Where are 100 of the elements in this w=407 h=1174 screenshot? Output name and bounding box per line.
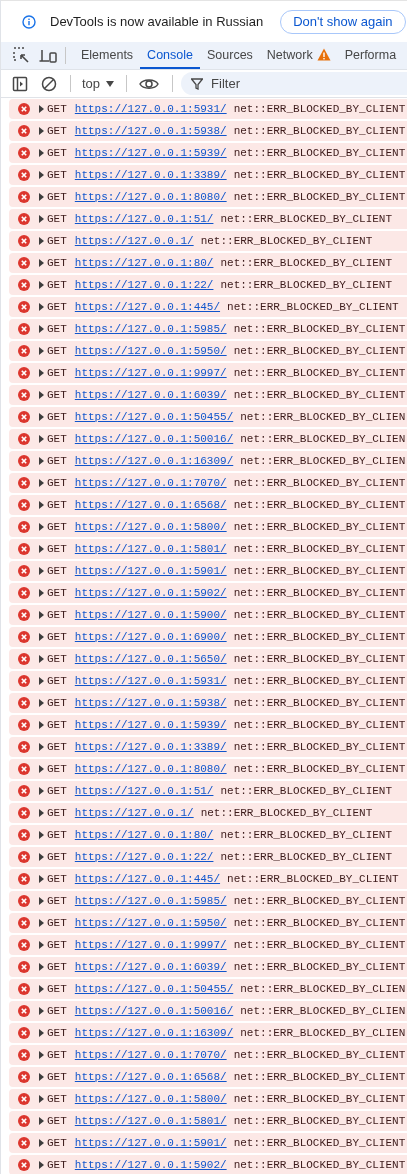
request-url-link[interactable]: https://127.0.0.1:9997/ — [74, 367, 227, 379]
request-url-link[interactable]: https://127.0.0.1:22/ — [74, 279, 214, 291]
panel-tab[interactable]: Console — [140, 42, 200, 69]
request-method: GET — [47, 939, 67, 951]
request-url-link[interactable]: https://127.0.0.1:445/ — [74, 873, 221, 885]
request-method: GET — [47, 103, 67, 115]
request-url-link[interactable]: https://127.0.0.1/ — [74, 807, 194, 819]
error-text: net::ERR_BLOCKED_BY_CLIENT — [233, 895, 406, 907]
request-url-link[interactable]: https://127.0.0.1:16309/ — [74, 455, 234, 467]
request-url-link[interactable]: https://127.0.0.1:5801/ — [74, 543, 227, 555]
request-url-link[interactable]: https://127.0.0.1:50016/ — [74, 1005, 234, 1017]
request-url-link[interactable]: https://127.0.0.1:6039/ — [74, 389, 227, 401]
request-url-link[interactable]: https://127.0.0.1:445/ — [74, 301, 221, 313]
request-method: GET — [47, 785, 67, 797]
request-url-link[interactable]: https://127.0.0.1:6568/ — [74, 1071, 227, 1083]
request-url-link[interactable]: https://127.0.0.1:5902/ — [74, 1159, 227, 1171]
request-url-link[interactable]: https://127.0.0.1:8080/ — [74, 763, 227, 775]
error-text: net::ERR_BLOCKED_BY_CLIENT — [200, 807, 373, 819]
request-url-link[interactable]: https://127.0.0.1/ — [74, 235, 194, 247]
error-text: net::ERR_BLOCKED_BY_CLIENT — [233, 345, 406, 357]
error-text: net::ERR_BLOCKED_BY_CLIENT — [233, 697, 406, 709]
request-method: GET — [47, 1049, 67, 1061]
request-url-link[interactable]: https://127.0.0.1:5902/ — [74, 587, 227, 599]
error-text: net::ERR_BLOCKED_BY_CLIENT — [220, 279, 393, 291]
request-url-link[interactable]: https://127.0.0.1:9997/ — [74, 939, 227, 951]
request-url-link[interactable]: https://127.0.0.1:6900/ — [74, 631, 227, 643]
error-text: net::ERR_BLOCKED_BY_CLIENT — [233, 1049, 406, 1061]
request-method: GET — [47, 895, 67, 907]
request-url-link[interactable]: https://127.0.0.1:6039/ — [74, 961, 227, 973]
request-url-link[interactable]: https://127.0.0.1:5938/ — [74, 125, 227, 137]
request-method: GET — [47, 213, 67, 225]
error-text: net::ERR_BLOCKED_BY_CLIENT — [233, 1159, 406, 1171]
request-url-link[interactable]: https://127.0.0.1:5950/ — [74, 917, 227, 929]
error-text: net::ERR_BLOCKED_BY_CLIEN — [240, 433, 406, 445]
request-url-link[interactable]: https://127.0.0.1:5901/ — [74, 565, 227, 577]
request-url-link[interactable]: https://127.0.0.1:80/ — [74, 257, 214, 269]
request-method: GET — [47, 741, 67, 753]
request-method: GET — [47, 807, 67, 819]
request-url-link[interactable]: https://127.0.0.1:7070/ — [74, 477, 227, 489]
request-url-link[interactable]: https://127.0.0.1:5950/ — [74, 345, 227, 357]
request-url-link[interactable]: https://127.0.0.1:3389/ — [74, 741, 227, 753]
panel-tab[interactable]: Sources — [200, 42, 260, 69]
error-text: net::ERR_BLOCKED_BY_CLIENT — [233, 323, 406, 335]
request-url-link[interactable]: https://127.0.0.1:5938/ — [74, 697, 227, 709]
dont-show-again-button[interactable]: Don't show again — [280, 9, 406, 34]
request-url-link[interactable]: https://127.0.0.1:5901/ — [74, 1137, 227, 1149]
request-url-link[interactable]: https://127.0.0.1:16309/ — [74, 1027, 234, 1039]
request-url-link[interactable]: https://127.0.0.1:5650/ — [74, 653, 227, 665]
request-url-link[interactable]: https://127.0.0.1:5801/ — [74, 1115, 227, 1127]
request-method: GET — [47, 829, 67, 841]
request-url-link[interactable]: https://127.0.0.1:6568/ — [74, 499, 227, 511]
request-method: GET — [47, 1005, 67, 1017]
request-url-link[interactable]: https://127.0.0.1:5985/ — [74, 895, 227, 907]
error-text: net::ERR_BLOCKED_BY_CLIENT — [233, 939, 406, 951]
error-text: net::ERR_BLOCKED_BY_CLIENT — [233, 961, 406, 973]
request-method: GET — [47, 389, 67, 401]
error-text: net::ERR_BLOCKED_BY_CLIENT — [233, 631, 406, 643]
request-url-link[interactable]: https://127.0.0.1:5800/ — [74, 521, 227, 533]
request-method: GET — [47, 1115, 67, 1127]
error-text: net::ERR_BLOCKED_BY_CLIEN — [240, 411, 406, 423]
request-method: GET — [47, 257, 67, 269]
request-method: GET — [47, 455, 67, 467]
request-method: GET — [47, 697, 67, 709]
request-method: GET — [47, 609, 67, 621]
request-url-link[interactable]: https://127.0.0.1:51/ — [74, 213, 214, 225]
request-url-link[interactable]: https://127.0.0.1:5800/ — [74, 1093, 227, 1105]
panel-tab[interactable]: Network — [259, 42, 338, 69]
request-method: GET — [47, 719, 67, 731]
request-method: GET — [47, 323, 67, 335]
request-url-link[interactable]: https://127.0.0.1:5900/ — [74, 609, 227, 621]
request-url-link[interactable]: https://127.0.0.1:5939/ — [74, 147, 227, 159]
request-url-link[interactable]: https://127.0.0.1:5931/ — [74, 103, 227, 115]
request-url-link[interactable]: https://127.0.0.1:8080/ — [74, 191, 227, 203]
context-selector[interactable]: top — [82, 70, 115, 97]
request-method: GET — [47, 961, 67, 973]
request-url-link[interactable]: https://127.0.0.1:80/ — [74, 829, 214, 841]
error-text: net::ERR_BLOCKED_BY_CLIENT — [233, 1093, 406, 1105]
request-url-link[interactable]: https://127.0.0.1:51/ — [74, 785, 214, 797]
request-url-link[interactable]: https://127.0.0.1:5985/ — [74, 323, 227, 335]
request-url-link[interactable]: https://127.0.0.1:22/ — [74, 851, 214, 863]
panel-tab[interactable]: Elements — [74, 42, 141, 69]
error-text: net::ERR_BLOCKED_BY_CLIENT — [233, 587, 406, 599]
request-url-link[interactable]: https://127.0.0.1:50016/ — [74, 433, 234, 445]
request-url-link[interactable]: https://127.0.0.1:50455/ — [74, 411, 234, 423]
request-url-link[interactable]: https://127.0.0.1:5939/ — [74, 719, 227, 731]
panel-tab[interactable]: Performa — [337, 42, 404, 69]
error-text: net::ERR_BLOCKED_BY_CLIENT — [220, 785, 393, 797]
filter-field[interactable]: Filter — [181, 72, 407, 95]
request-url-link[interactable]: https://127.0.0.1:3389/ — [74, 169, 227, 181]
error-text: net::ERR_BLOCKED_BY_CLIENT — [233, 763, 406, 775]
request-url-link[interactable]: https://127.0.0.1:5931/ — [74, 675, 227, 687]
error-text: net::ERR_BLOCKED_BY_CLIENT — [233, 719, 406, 731]
request-method: GET — [47, 983, 67, 995]
request-url-link[interactable]: https://127.0.0.1:50455/ — [74, 983, 234, 995]
request-method: GET — [47, 169, 67, 181]
error-text: net::ERR_BLOCKED_BY_CLIENT — [233, 521, 406, 533]
error-text: net::ERR_BLOCKED_BY_CLIENT — [233, 565, 406, 577]
error-text: net::ERR_BLOCKED_BY_CLIEN — [240, 983, 406, 995]
request-url-link[interactable]: https://127.0.0.1:7070/ — [74, 1049, 227, 1061]
error-text: net::ERR_BLOCKED_BY_CLIENT — [233, 543, 406, 555]
